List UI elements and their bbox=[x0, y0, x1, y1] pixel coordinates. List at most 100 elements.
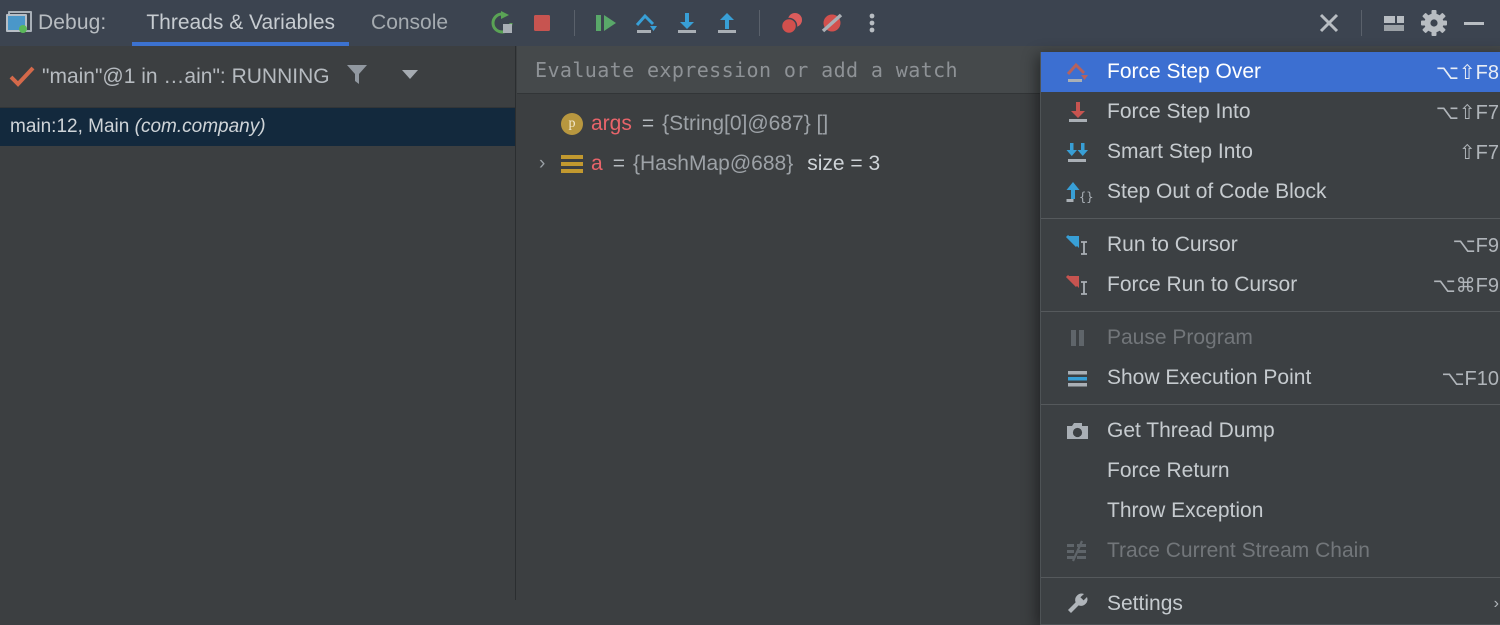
wrench-icon bbox=[1063, 590, 1107, 618]
menu-item-label: Throw Exception bbox=[1107, 499, 1264, 522]
force-run-to-cursor-icon bbox=[1063, 271, 1107, 299]
view-breakpoints-button[interactable] bbox=[772, 3, 812, 43]
layout-icon bbox=[1384, 16, 1404, 31]
step-into-icon bbox=[678, 13, 697, 33]
threads-and-frames-panel: "main"@1 in …ain": RUNNING main:12, Main… bbox=[0, 46, 516, 600]
variable-value: {HashMap@688} bbox=[632, 152, 794, 175]
step-into-button[interactable] bbox=[667, 3, 707, 43]
resume-program-button[interactable] bbox=[587, 3, 627, 43]
mute-breakpoints-button[interactable] bbox=[812, 3, 852, 43]
menu-item-shortcut: ⌥⇧F7 bbox=[1435, 101, 1499, 124]
menu-item-settings[interactable]: Settings › bbox=[1041, 584, 1500, 624]
run-to-cursor-icon bbox=[1063, 231, 1107, 259]
rerun-button[interactable] bbox=[482, 3, 522, 43]
camera-icon bbox=[1063, 417, 1107, 445]
parameter-icon: p bbox=[561, 113, 591, 135]
menu-separator bbox=[1041, 311, 1500, 312]
menu-item-shortcut: ⇧F7 bbox=[1458, 141, 1499, 164]
menu-item-label: Show Execution Point bbox=[1107, 366, 1312, 389]
menu-item-run-to-cursor[interactable]: Run to Cursor ⌥F9 bbox=[1041, 225, 1500, 265]
menu-item-force-step-over[interactable]: Force Step Over ⌥⇧F8 bbox=[1041, 52, 1500, 92]
force-step-into-icon bbox=[1063, 98, 1107, 126]
menu-item-force-run-to-cursor[interactable]: Force Run to Cursor ⌥⌘F9 bbox=[1041, 265, 1500, 305]
tree-expander-icon[interactable]: › bbox=[539, 153, 561, 175]
submenu-chevron-icon: › bbox=[1493, 595, 1499, 612]
page-title: Debug: bbox=[38, 11, 107, 34]
debug-actions-context-menu: Force Step Over ⌥⇧F8 Force Step Into ⌥⇧F… bbox=[1040, 52, 1500, 625]
tab-console[interactable]: Console bbox=[353, 0, 466, 46]
menu-item-label: Force Step Over bbox=[1107, 60, 1262, 83]
filter-funnel-icon[interactable] bbox=[344, 61, 370, 92]
variable-value: {String[0]@687} [] bbox=[662, 112, 829, 135]
frame-list-item[interactable]: main:12, Main (com.company) bbox=[0, 108, 515, 146]
menu-item-label: Force Step Into bbox=[1107, 100, 1251, 123]
menu-item-label: Get Thread Dump bbox=[1107, 419, 1275, 442]
show-execution-point-icon bbox=[1063, 364, 1107, 392]
svg-text:{}: {} bbox=[1079, 190, 1093, 204]
hashmap-icon bbox=[561, 155, 591, 173]
variable-name: args bbox=[591, 112, 632, 135]
minimize-icon bbox=[1464, 22, 1484, 25]
thread-selector[interactable]: "main"@1 in …ain": RUNNING bbox=[0, 46, 515, 108]
menu-item-pause-program: Pause Program bbox=[1041, 318, 1500, 358]
menu-item-shortcut: ⌥⇧F8 bbox=[1435, 61, 1499, 84]
menu-item-shortcut: ⌥F9 bbox=[1452, 234, 1499, 257]
menu-item-smart-step-into[interactable]: Smart Step Into ⇧F7 bbox=[1041, 132, 1500, 172]
close-x-icon bbox=[1319, 13, 1339, 33]
step-out-button[interactable] bbox=[707, 3, 747, 43]
minimize-button[interactable] bbox=[1454, 3, 1494, 43]
tab-label: Threads & Variables bbox=[146, 11, 336, 34]
menu-item-show-execution-point[interactable]: Show Execution Point ⌥F10 bbox=[1041, 358, 1500, 398]
menu-item-force-return[interactable]: Force Return bbox=[1041, 451, 1500, 491]
menu-item-get-thread-dump[interactable]: Get Thread Dump bbox=[1041, 411, 1500, 451]
resume-icon bbox=[596, 15, 617, 31]
gear-icon bbox=[1421, 10, 1447, 36]
vertical-ellipsis-icon bbox=[869, 13, 875, 33]
more-options-button[interactable] bbox=[852, 3, 892, 43]
step-out-icon bbox=[718, 13, 737, 33]
menu-item-trace-current-stream-chain: Trace Current Stream Chain bbox=[1041, 531, 1500, 571]
toolbar-separator bbox=[759, 10, 761, 36]
toolbar-separator bbox=[1361, 10, 1362, 36]
menu-item-label: Run to Cursor bbox=[1107, 233, 1238, 256]
frame-package: (com.company) bbox=[134, 116, 266, 137]
force-step-over-icon bbox=[1063, 58, 1107, 86]
frame-location: main:12, Main bbox=[10, 116, 130, 137]
layout-settings-button[interactable] bbox=[1374, 3, 1414, 43]
menu-separator bbox=[1041, 218, 1500, 219]
variable-size: size = 3 bbox=[807, 152, 881, 175]
variable-name: a bbox=[591, 152, 603, 175]
chevron-down-icon[interactable] bbox=[398, 62, 422, 91]
variable-equals: = bbox=[612, 152, 625, 175]
stop-button[interactable] bbox=[522, 3, 562, 43]
menu-item-label: Pause Program bbox=[1107, 326, 1253, 349]
smart-step-into-icon bbox=[1063, 138, 1107, 166]
thread-name-label: "main"@1 in …ain": RUNNING bbox=[42, 64, 330, 88]
menu-item-label: Force Return bbox=[1107, 459, 1230, 482]
close-button[interactable] bbox=[1309, 3, 1349, 43]
variable-equals: = bbox=[641, 112, 655, 135]
menu-item-shortcut: ⌥F10 bbox=[1441, 367, 1499, 390]
tab-threads-and-variables[interactable]: Threads & Variables bbox=[128, 0, 353, 46]
step-over-icon bbox=[635, 13, 658, 33]
menu-item-throw-exception[interactable]: Throw Exception bbox=[1041, 491, 1500, 531]
breakpoints-icon bbox=[780, 13, 803, 35]
trace-stream-chain-icon bbox=[1063, 537, 1107, 565]
debugger-window-icon bbox=[6, 10, 32, 36]
menu-item-shortcut: ⌥⌘F9 bbox=[1432, 274, 1499, 297]
menu-item-label: Smart Step Into bbox=[1107, 140, 1253, 163]
running-check-icon bbox=[8, 63, 36, 91]
toolbar-separator bbox=[574, 10, 576, 36]
step-out-of-code-block-icon: {} bbox=[1063, 178, 1107, 206]
menu-item-label: Force Run to Cursor bbox=[1107, 273, 1298, 296]
rerun-icon bbox=[491, 11, 513, 34]
evaluate-expression-input[interactable]: Evaluate expression or add a watch bbox=[535, 58, 958, 82]
settings-button[interactable] bbox=[1414, 3, 1454, 43]
menu-item-label: Settings bbox=[1107, 592, 1183, 615]
step-over-button[interactable] bbox=[627, 3, 667, 43]
menu-separator bbox=[1041, 404, 1500, 405]
menu-item-step-out-of-code-block[interactable]: {} Step Out of Code Block bbox=[1041, 172, 1500, 212]
debugger-window: Debug: Threads & Variables Console "main… bbox=[0, 0, 1500, 625]
menu-item-force-step-into[interactable]: Force Step Into ⌥⇧F7 bbox=[1041, 92, 1500, 132]
toolbar-left-group: Debug: Threads & Variables Console bbox=[0, 0, 466, 46]
